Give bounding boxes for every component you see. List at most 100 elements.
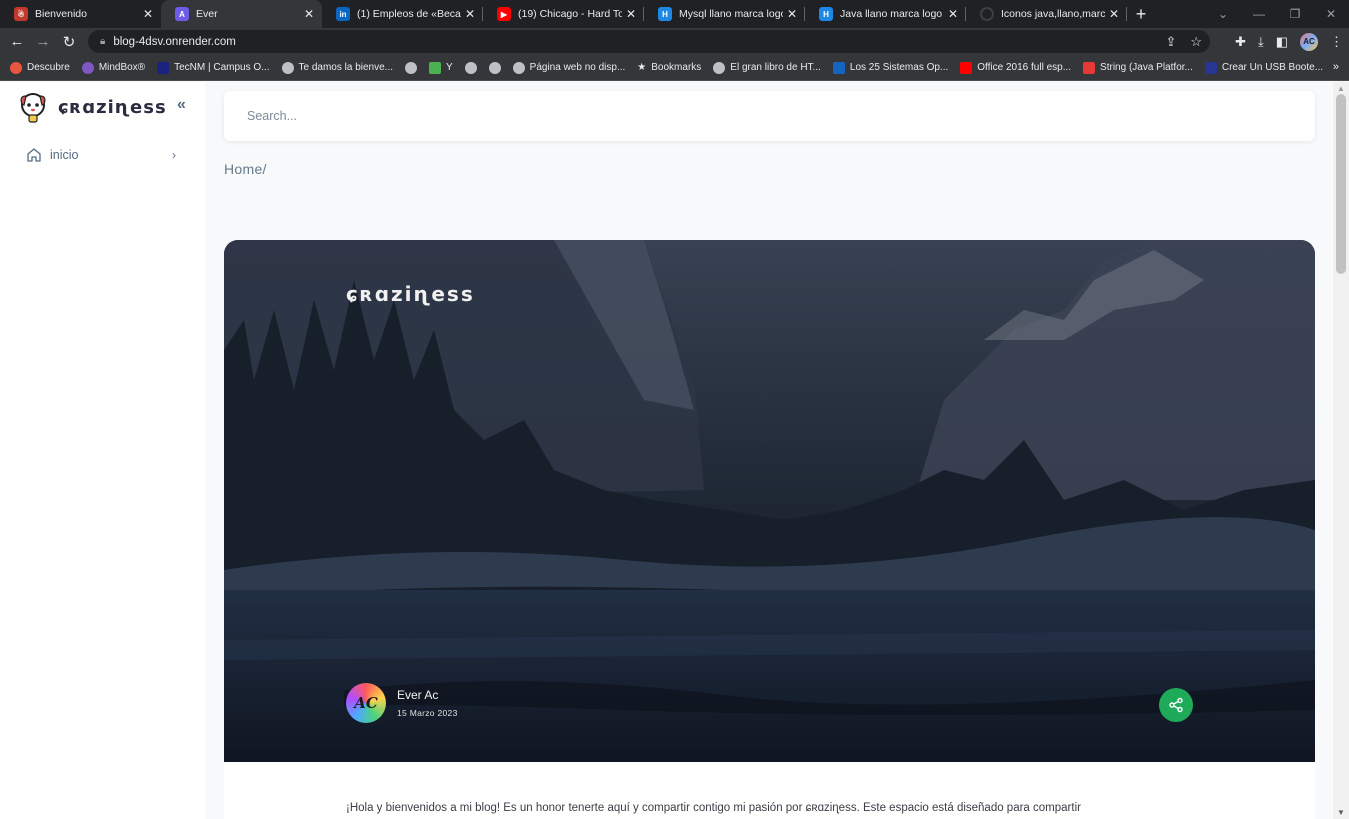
bookmark-item[interactable]: Te damos la bienve... <box>281 61 394 74</box>
post-body: ¡Hola y bienvenidos a mi blog! Es un hon… <box>224 762 1315 819</box>
close-tab-icon[interactable]: ✕ <box>787 7 797 21</box>
linkedin-icon: in <box>336 7 350 21</box>
more-bookmarks-icon[interactable]: » <box>1333 61 1339 73</box>
bookmarks-bar: Descubre MindBox® TecNM | Campus O... Te… <box>0 55 1349 81</box>
tab-title: (19) Chicago - Hard To Sa <box>518 8 622 20</box>
brand-name: ɕʀɑziɳess <box>58 96 167 118</box>
post-author: AC Ever Ac 15 Marzo 2023 <box>346 683 458 723</box>
search-input[interactable] <box>247 109 1247 123</box>
browser-tab[interactable]: Iconos java,llano,marca,l ✕ <box>966 0 1127 28</box>
post-intro-paragraph: ¡Hola y bienvenidos a mi blog! Es un hon… <box>346 802 1081 814</box>
bookmark-label: Office 2016 full esp... <box>977 62 1072 73</box>
bookmark-label: Crear Un USB Boote... <box>1221 62 1324 73</box>
bookmark-item[interactable]: Y <box>429 61 453 74</box>
close-tab-icon[interactable]: ✕ <box>948 7 958 21</box>
lock-icon: 🔒︎ <box>100 36 106 47</box>
scroll-down-icon[interactable]: ▼ <box>1337 808 1345 817</box>
browser-tab[interactable]: H Mysql llano marca logo ✕ <box>644 0 805 28</box>
globe-icon <box>464 61 477 74</box>
bookmark-item[interactable]: Office 2016 full esp... <box>960 61 1072 74</box>
bookmark-item[interactable]: Descubre <box>10 61 70 74</box>
address-url: blog-4dsv.onrender.com <box>113 35 236 48</box>
download-icon[interactable]: ⤓ <box>1258 34 1264 50</box>
address-bar[interactable]: 🔒︎ blog-4dsv.onrender.com ⇪ ☆ <box>88 30 1210 53</box>
collapse-sidebar-icon[interactable]: « <box>177 96 186 114</box>
back-icon[interactable]: ← <box>4 33 30 50</box>
bookmark-favicon-icon <box>429 61 441 74</box>
bookmark-star-icon[interactable]: ☆ <box>1190 34 1202 50</box>
scrollbar-thumb[interactable] <box>1336 94 1346 274</box>
breadcrumb[interactable]: Home/ <box>224 161 267 177</box>
close-window-icon[interactable]: ✕ <box>1313 7 1349 21</box>
globe-icon <box>281 61 294 74</box>
bookmark-item[interactable]: El gran libro de HT... <box>713 61 821 74</box>
globe-icon <box>713 61 726 74</box>
browser-tab[interactable]: ▶ (19) Chicago - Hard To Sa ✕ <box>483 0 644 28</box>
side-panel-icon[interactable]: ◧ <box>1276 34 1288 50</box>
bookmark-item[interactable] <box>488 61 501 74</box>
author-name: Ever Ac <box>397 688 439 702</box>
browser-tab[interactable]: in (1) Empleos de «Becario ✕ <box>322 0 483 28</box>
bookmark-item[interactable]: Página web no disp... <box>512 61 625 74</box>
bookmark-label: Y <box>446 62 453 73</box>
menu-kebab-icon[interactable]: ⋮ <box>1330 34 1343 50</box>
bookmark-label: MindBox® <box>98 62 146 73</box>
browser-tab-active[interactable]: A Ever ✕ <box>161 0 322 28</box>
bookmark-item[interactable] <box>405 61 417 74</box>
tab-title: (1) Empleos de «Becario <box>357 8 461 20</box>
post-hero: ɕʀɑziɳess AC Ever Ac 15 Marzo 2023 <box>224 240 1315 762</box>
home-icon <box>27 148 41 162</box>
site-favicon-icon: H <box>658 7 672 21</box>
youtube-icon <box>960 61 973 74</box>
new-tab-button[interactable]: + <box>1127 0 1155 28</box>
brand[interactable]: ɕʀɑziɳess <box>16 90 167 124</box>
restore-icon[interactable]: ❐ <box>1277 7 1313 21</box>
tab-favicon-icon: A <box>175 7 189 21</box>
browser-tabstrip: ☃ Bienvenido ✕ A Ever ✕ in (1) Empleos d… <box>0 0 1349 28</box>
page-scrollbar[interactable]: ▲ ▼ <box>1333 82 1349 819</box>
bookmark-item[interactable]: String (Java Platfor... <box>1083 61 1193 74</box>
profile-avatar[interactable]: AC <box>1300 32 1318 51</box>
bookmark-label: Bookmarks <box>651 62 702 73</box>
tab-favicon-icon: ☃ <box>14 7 28 21</box>
search-bar <box>224 91 1315 141</box>
browser-tab[interactable]: H Java llano marca logo - I ✕ <box>805 0 966 28</box>
bookmark-favicon-icon <box>157 61 170 74</box>
author-avatar[interactable]: AC <box>346 683 386 723</box>
minimize-icon[interactable]: — <box>1241 7 1277 21</box>
bookmark-item[interactable]: Crear Un USB Boote... <box>1204 61 1324 74</box>
sidebar-item-label: inicio <box>50 148 79 162</box>
bookmark-item[interactable]: MindBox® <box>81 61 146 74</box>
bookmark-item[interactable] <box>464 61 477 74</box>
chevron-right-icon: › <box>172 148 176 162</box>
page-viewport: ɕʀɑziɳess « inicio › Home/ <box>0 82 1349 819</box>
tab-search-icon[interactable]: ⌄ <box>1205 7 1241 21</box>
main-content: Home/ <box>205 82 1333 819</box>
scroll-up-icon[interactable]: ▲ <box>1337 84 1345 93</box>
close-tab-icon[interactable]: ✕ <box>465 7 475 21</box>
bookmark-item[interactable]: TecNM | Campus O... <box>157 61 270 74</box>
bookmark-favicon-icon <box>81 61 94 74</box>
extensions-icon[interactable]: ✚ <box>1235 34 1246 50</box>
bookmark-favicon-icon <box>1204 61 1217 74</box>
browser-tab[interactable]: ☃ Bienvenido ✕ <box>0 0 161 28</box>
globe-icon <box>488 61 501 74</box>
loading-spinner-icon <box>980 7 994 21</box>
forward-icon[interactable]: → <box>30 33 56 50</box>
share-button[interactable] <box>1159 688 1193 722</box>
bookmark-label: El gran libro de HT... <box>730 62 821 73</box>
bookmark-item[interactable]: ★ Bookmarks <box>637 62 701 73</box>
post-title: ɕʀɑziɳess <box>346 282 475 306</box>
reload-icon[interactable]: ↻ <box>56 33 82 51</box>
share-page-icon[interactable]: ⇪ <box>1165 34 1176 50</box>
bookmark-label: Te damos la bienve... <box>298 62 394 73</box>
close-tab-icon[interactable]: ✕ <box>626 7 636 21</box>
close-tab-icon[interactable]: ✕ <box>304 7 314 21</box>
star-icon: ★ <box>637 62 647 73</box>
bookmark-label: TecNM | Campus O... <box>174 62 270 73</box>
tab-title: Java llano marca logo - I <box>840 8 944 20</box>
close-tab-icon[interactable]: ✕ <box>143 7 153 21</box>
bookmark-item[interactable]: Los 25 Sistemas Op... <box>832 61 948 74</box>
sidebar-item-inicio[interactable]: inicio › <box>14 140 192 170</box>
close-tab-icon[interactable]: ✕ <box>1109 7 1119 21</box>
